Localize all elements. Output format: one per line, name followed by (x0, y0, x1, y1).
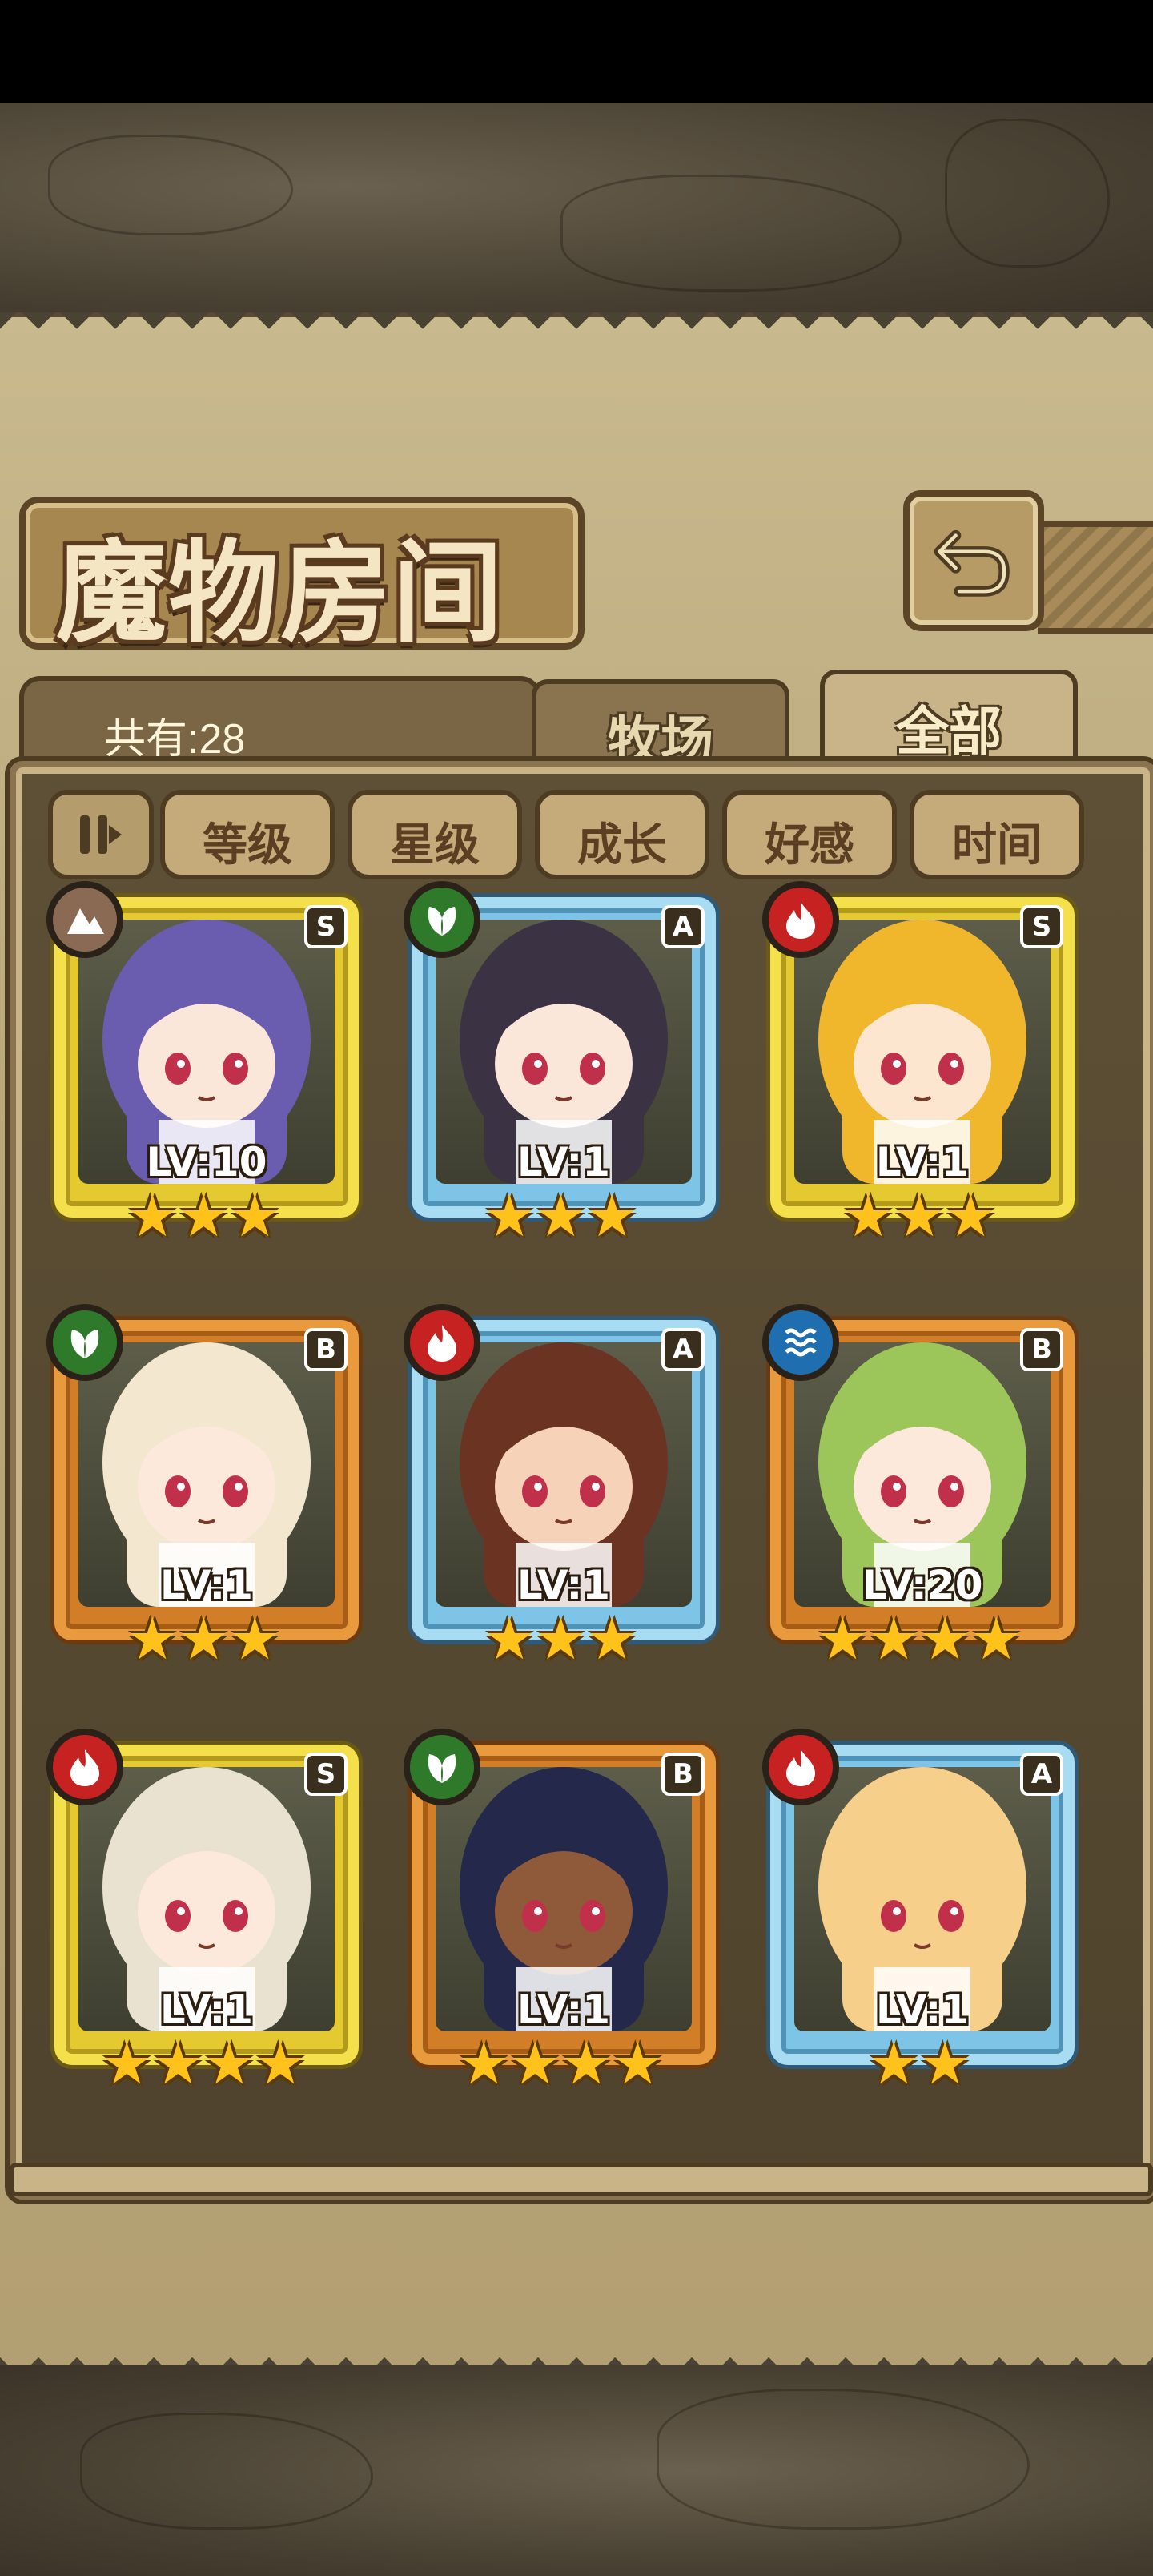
sort-level-button[interactable]: 等级 (160, 790, 335, 879)
leaf-icon (46, 1304, 123, 1381)
star-icon: ★ (868, 1605, 920, 1672)
monster-card[interactable]: S LV:10 ★ ★ ★ (46, 881, 367, 1258)
star-icon: ★ (229, 1182, 281, 1250)
sort-affection-button[interactable]: 好感 (722, 790, 897, 879)
star-icon: ★ (919, 2030, 971, 2097)
rank-badge: S (304, 905, 348, 948)
fire-icon (762, 1729, 839, 1805)
tab-all[interactable]: 全部 (820, 670, 1078, 775)
monster-level: LV:1 (159, 1562, 254, 1608)
star-rating: ★ ★ ★ (46, 1610, 367, 1674)
rank-badge: S (1020, 905, 1063, 948)
sort-order-toggle[interactable] (48, 790, 154, 879)
monster-level: LV:1 (875, 1139, 970, 1185)
rank-badge: B (1020, 1328, 1063, 1371)
star-icon: ★ (458, 2030, 510, 2097)
water-icon (762, 1304, 839, 1381)
monster-level: LV:1 (875, 1986, 970, 2033)
star-icon: ★ (178, 1605, 230, 1672)
rank-badge: A (661, 905, 705, 948)
monster-card[interactable]: A LV:1 ★ ★ ★ (404, 881, 724, 1258)
star-rating: ★ ★ ★ ★ (762, 1610, 1083, 1674)
monster-card[interactable]: A LV:1 ★ ★ (762, 1729, 1083, 2105)
map-background-bottom (0, 2365, 1153, 2576)
star-rating: ★ ★ ★ ★ (46, 2035, 367, 2099)
tab-bar: 共有:28 牧场 全部 (19, 670, 1134, 775)
monster-count-plate: 共有:28 (19, 676, 541, 774)
star-icon: ★ (484, 1182, 536, 1250)
status-bar (0, 0, 1153, 103)
star-icon: ★ (255, 2030, 307, 2097)
star-icon: ★ (586, 1605, 638, 1672)
monster-card[interactable]: A LV:1 ★ ★ ★ (404, 1304, 724, 1680)
star-icon: ★ (535, 1605, 587, 1672)
star-icon: ★ (484, 1605, 536, 1672)
leaf-icon (404, 881, 480, 958)
star-icon: ★ (612, 2030, 664, 2097)
star-icon: ★ (101, 2030, 153, 2097)
monster-level: LV:10 (146, 1139, 267, 1185)
rank-badge: B (661, 1753, 705, 1796)
page-title: 魔物房间 (56, 527, 505, 658)
monster-card[interactable]: B LV:1 ★ ★ ★ (46, 1304, 367, 1680)
star-icon: ★ (178, 1182, 230, 1250)
sort-time-button[interactable]: 时间 (910, 790, 1084, 879)
tab-all-label: 全部 (896, 701, 1002, 763)
leaf-icon (404, 1729, 480, 1805)
map-background-top (0, 103, 1153, 312)
monster-level: LV:1 (516, 1986, 611, 2033)
sort-bar: 等级 星级 成长 好感 时间 (48, 790, 1089, 879)
star-icon: ★ (127, 1182, 179, 1250)
sort-growth-button[interactable]: 成长 (535, 790, 709, 879)
star-icon: ★ (127, 1605, 179, 1672)
monster-card[interactable]: B LV:20 ★ ★ ★ ★ (762, 1304, 1083, 1680)
return-arrow-icon (934, 529, 1010, 597)
rank-badge: S (304, 1753, 348, 1796)
star-icon: ★ (817, 1605, 869, 1672)
star-rating: ★ ★ ★ (46, 1187, 367, 1251)
star-icon: ★ (229, 1605, 281, 1672)
earth-icon (46, 881, 123, 958)
star-icon: ★ (945, 1182, 997, 1250)
monster-count: 共有:28 (104, 716, 246, 763)
star-rating: ★ ★ ★ ★ (404, 2035, 724, 2099)
star-rating: ★ ★ ★ (404, 1187, 724, 1251)
monster-level: LV:1 (159, 1986, 254, 2033)
star-icon: ★ (203, 2030, 255, 2097)
star-icon: ★ (970, 1605, 1022, 1672)
star-icon: ★ (560, 2030, 613, 2097)
sort-order-icon (80, 815, 122, 854)
star-icon: ★ (535, 1182, 587, 1250)
fire-icon (762, 881, 839, 958)
star-icon: ★ (919, 1605, 971, 1672)
fire-icon (404, 1304, 480, 1381)
fire-icon (46, 1729, 123, 1805)
star-rating: ★ ★ ★ (762, 1187, 1083, 1251)
star-icon: ★ (152, 2030, 204, 2097)
rank-badge: A (661, 1328, 705, 1371)
sort-star-button[interactable]: 星级 (348, 790, 522, 879)
back-button[interactable] (903, 490, 1044, 631)
monster-level: LV:1 (516, 1562, 611, 1608)
star-icon: ★ (586, 1182, 638, 1250)
star-rating: ★ ★ ★ (404, 1610, 724, 1674)
monster-card[interactable]: B LV:1 ★ ★ ★ ★ (404, 1729, 724, 2105)
monster-level: LV:20 (862, 1562, 983, 1608)
monster-card[interactable]: S LV:1 ★ ★ ★ ★ (46, 1729, 367, 2105)
grid-bottom-rail (10, 2163, 1153, 2196)
monster-level: LV:1 (516, 1139, 611, 1185)
star-rating: ★ ★ (762, 2035, 1083, 2099)
star-icon: ★ (868, 2030, 920, 2097)
rank-badge: B (304, 1328, 348, 1371)
rank-badge: A (1020, 1753, 1063, 1796)
star-icon: ★ (509, 2030, 561, 2097)
back-button-rail (1038, 521, 1153, 634)
star-icon: ★ (842, 1182, 894, 1250)
star-icon: ★ (894, 1182, 946, 1250)
monster-card[interactable]: S LV:1 ★ ★ ★ (762, 881, 1083, 1258)
